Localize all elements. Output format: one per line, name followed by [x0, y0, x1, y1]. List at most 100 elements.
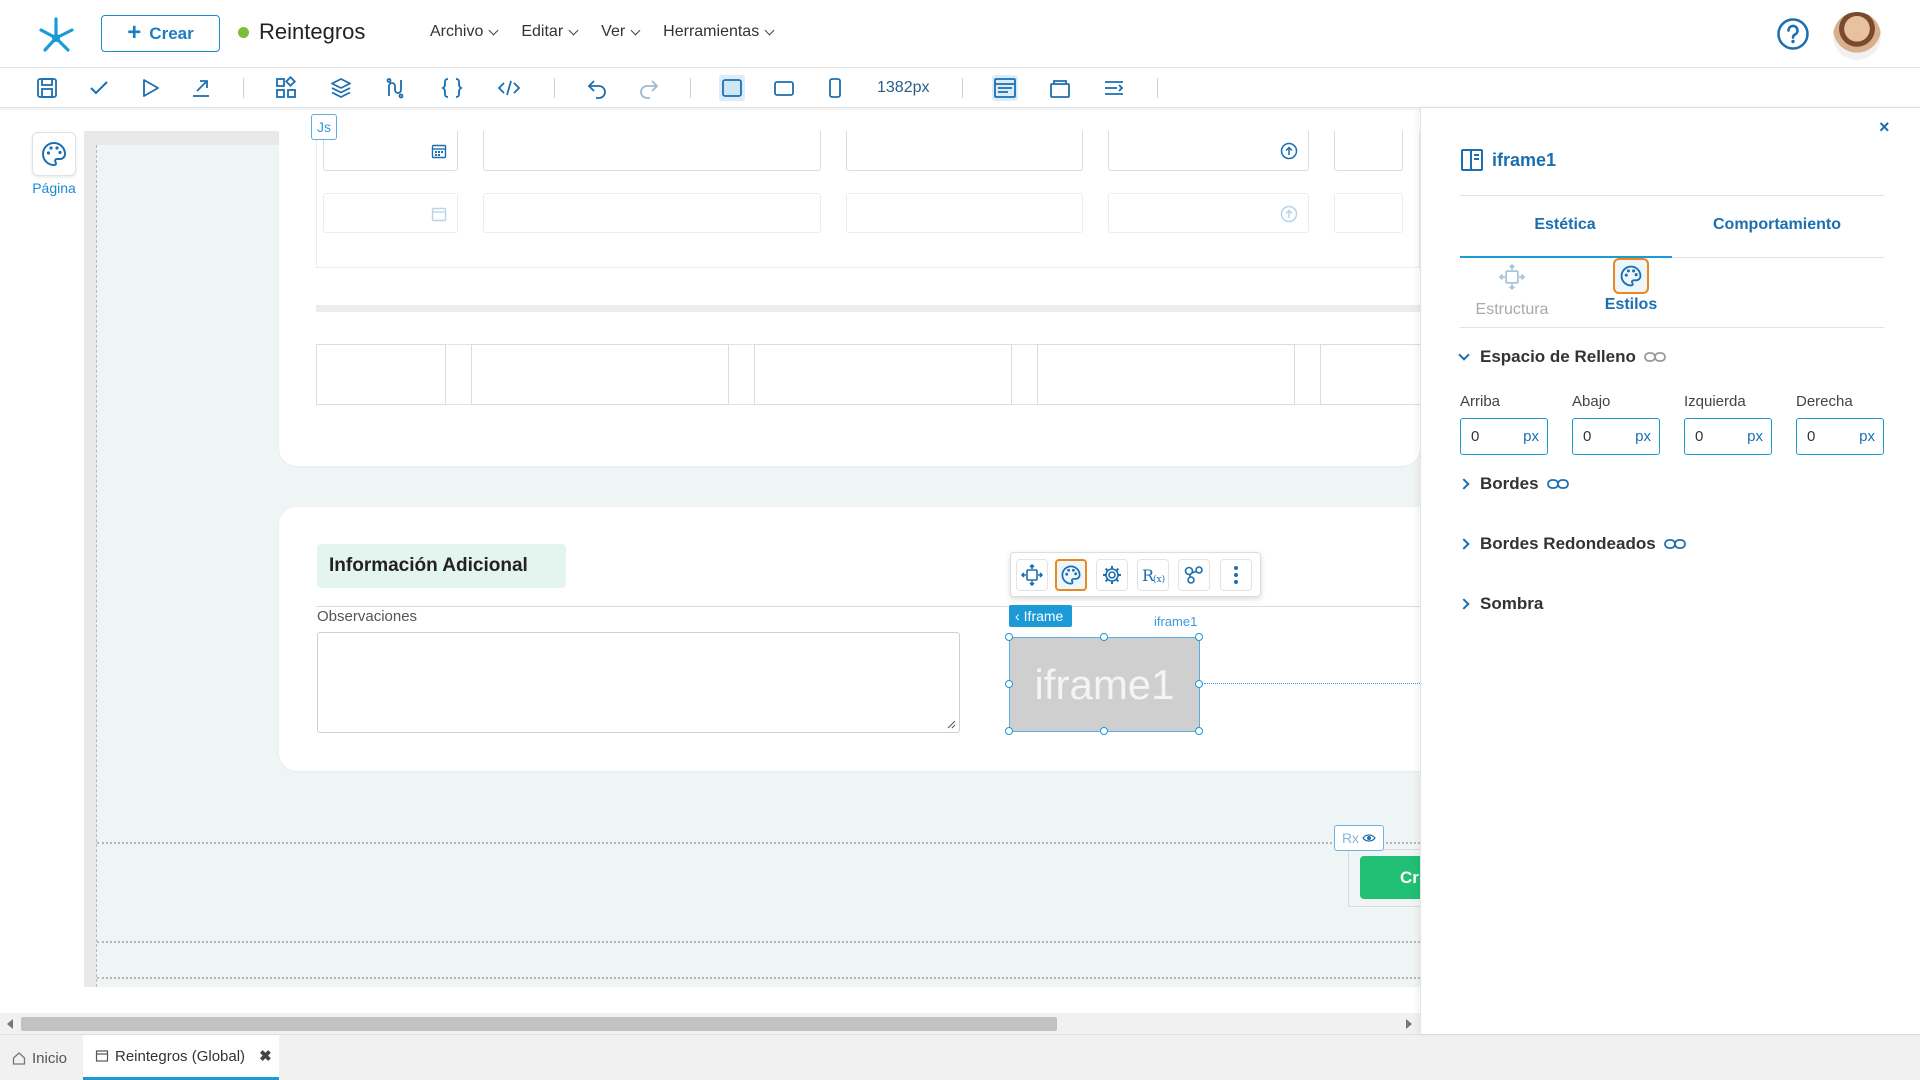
redo-icon[interactable]: [637, 76, 661, 100]
resize-handle[interactable]: [1005, 680, 1013, 688]
layers-icon[interactable]: [329, 76, 353, 100]
close-panel-button[interactable]: ×: [1879, 117, 1890, 138]
app-logo-icon[interactable]: [36, 14, 76, 54]
more-options-button[interactable]: [1220, 559, 1252, 591]
resize-handle[interactable]: [1100, 633, 1108, 641]
mobile-view-icon[interactable]: [823, 76, 847, 100]
chevron-down-icon: [568, 25, 579, 35]
js-tag[interactable]: Js: [311, 114, 337, 140]
subtab-estructura[interactable]: Estructura: [1462, 263, 1562, 319]
layout-view-icon[interactable]: [992, 75, 1018, 101]
upload-icon[interactable]: [1280, 205, 1298, 223]
user-avatar[interactable]: [1833, 12, 1881, 60]
resize-handle[interactable]: [1195, 633, 1203, 641]
scroll-left-icon[interactable]: [7, 1019, 13, 1029]
help-icon[interactable]: [1776, 17, 1810, 51]
subtab-estilos[interactable]: Estilos: [1581, 258, 1681, 314]
tablet-view-icon[interactable]: [772, 76, 796, 100]
align-settings-icon[interactable]: [1102, 76, 1126, 100]
app-title-text: Reintegros: [259, 19, 366, 44]
calendar-icon[interactable]: [431, 206, 447, 222]
check-icon[interactable]: [87, 76, 111, 100]
create-submit-button[interactable]: Cr: [1360, 856, 1420, 899]
menu-herramientas[interactable]: Herramientas: [663, 23, 775, 41]
chevron-right-icon: [1458, 598, 1470, 610]
upload-icon[interactable]: [1280, 142, 1298, 160]
link-icon[interactable]: [1546, 478, 1569, 490]
upload-field[interactable]: [1108, 193, 1309, 233]
input-unit: px: [1859, 428, 1875, 445]
date-field[interactable]: [323, 131, 458, 171]
upload-field[interactable]: [1108, 131, 1309, 171]
close-tab-icon[interactable]: ✖: [259, 1047, 272, 1065]
properties-panel: [1420, 108, 1920, 1034]
frames-icon[interactable]: [1048, 76, 1072, 100]
table-cell[interactable]: [316, 344, 446, 405]
padding-bottom-input[interactable]: 0 px: [1572, 418, 1660, 455]
menu-archivo[interactable]: Archivo: [430, 23, 499, 41]
section-borders-header[interactable]: Bordes: [1458, 474, 1569, 494]
resize-handle[interactable]: [1005, 633, 1013, 641]
calendar-icon[interactable]: [431, 143, 447, 159]
footer-boundary: [97, 842, 1420, 844]
settings-button[interactable]: [1096, 559, 1128, 591]
resize-grip-icon[interactable]: [946, 719, 956, 729]
resize-handle[interactable]: [1005, 727, 1013, 735]
rules-button[interactable]: R (x): [1137, 559, 1169, 591]
link-icon[interactable]: [1643, 351, 1666, 363]
table-cell[interactable]: [1037, 344, 1295, 405]
padding-left-input[interactable]: 0 px: [1684, 418, 1772, 455]
menu-label: Archivo: [430, 23, 484, 40]
iframe-component[interactable]: iframe1: [1009, 637, 1200, 732]
page-styles-button[interactable]: [32, 132, 76, 176]
text-field[interactable]: [483, 193, 821, 233]
plus-icon: +: [127, 18, 142, 46]
section-shadow-header[interactable]: Sombra: [1458, 594, 1543, 614]
horizontal-scrollbar[interactable]: [0, 1013, 1420, 1034]
resize-handle[interactable]: [1195, 680, 1203, 688]
section-padding-header[interactable]: Espacio de Relleno: [1458, 347, 1666, 367]
resize-handle[interactable]: [1100, 727, 1108, 735]
braces-icon[interactable]: [440, 76, 464, 100]
save-icon[interactable]: [35, 76, 59, 100]
table-cell[interactable]: [471, 344, 729, 405]
variables-icon[interactable]: [384, 76, 408, 100]
components-icon[interactable]: [274, 76, 298, 100]
tab-reintegros[interactable]: Reintegros (Global) ✖: [83, 1035, 279, 1080]
code-icon[interactable]: [497, 76, 521, 100]
status-dot-icon: [238, 26, 249, 38]
move-button[interactable]: [1016, 559, 1048, 591]
text-field[interactable]: [1334, 131, 1403, 171]
desktop-view-icon[interactable]: [719, 75, 745, 101]
padding-top-input[interactable]: 0 px: [1460, 418, 1548, 455]
menu-ver[interactable]: Ver: [601, 23, 641, 41]
scroll-right-icon[interactable]: [1406, 1019, 1412, 1029]
table-cell[interactable]: [754, 344, 1012, 405]
input-value: 0: [1583, 428, 1592, 445]
rules-chip[interactable]: Rx: [1334, 825, 1384, 851]
observations-textarea[interactable]: [317, 632, 960, 733]
play-icon[interactable]: [138, 76, 162, 100]
connections-button[interactable]: [1178, 559, 1210, 591]
menu-editar[interactable]: Editar: [521, 23, 579, 41]
undo-icon[interactable]: [585, 76, 609, 100]
tab-estetica[interactable]: Estética: [1460, 216, 1670, 234]
padding-right-input[interactable]: 0 px: [1796, 418, 1884, 455]
tab-comportamiento[interactable]: Comportamiento: [1672, 216, 1882, 234]
table-cell[interactable]: [1320, 344, 1420, 405]
text-field[interactable]: [846, 193, 1083, 233]
text-field[interactable]: [483, 131, 821, 171]
text-field[interactable]: [1334, 193, 1403, 233]
tab-inicio[interactable]: Inicio: [12, 1035, 74, 1080]
iframe-type-tag[interactable]: ‹ Iframe: [1009, 605, 1072, 627]
link-icon[interactable]: [1663, 538, 1686, 550]
text-field[interactable]: [846, 131, 1083, 171]
panel-divider: [1460, 327, 1884, 328]
styles-button[interactable]: [1055, 559, 1087, 591]
resize-handle[interactable]: [1195, 727, 1203, 735]
section-rounded-borders-header[interactable]: Bordes Redondeados: [1458, 534, 1686, 554]
date-field[interactable]: [323, 193, 458, 233]
publish-icon[interactable]: [189, 76, 213, 100]
scrollbar-thumb[interactable]: [21, 1017, 1057, 1031]
create-button[interactable]: + Crear: [101, 15, 220, 52]
